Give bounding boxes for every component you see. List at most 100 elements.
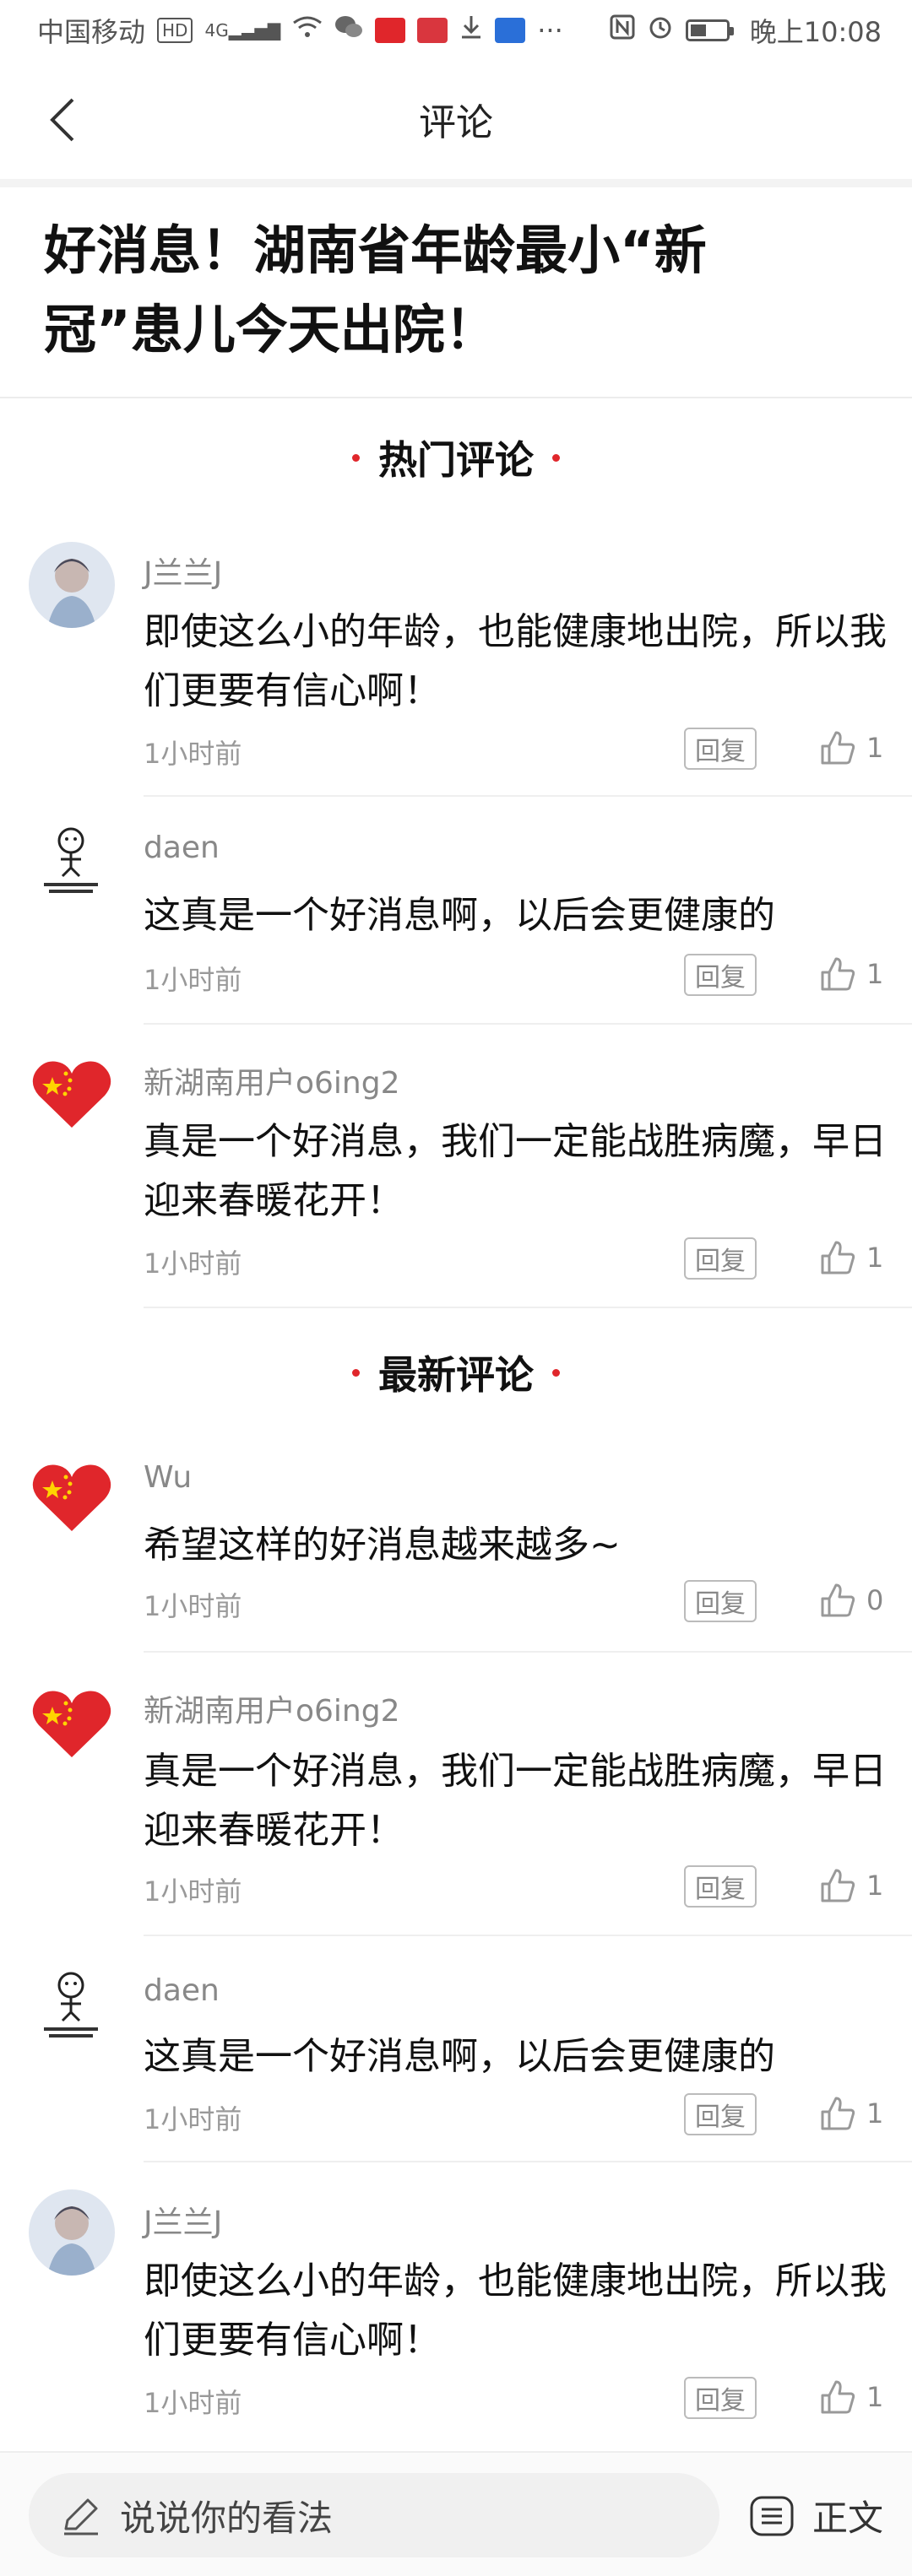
like-button[interactable]: 1 [817,1865,883,1906]
comment-username[interactable]: J兰兰J [144,549,222,593]
like-count: 1 [866,2381,884,2413]
like-button[interactable]: 0 [817,1580,883,1621]
comment-time: 1小时前 [144,1590,242,1622]
comment-username[interactable]: 新湖南用户o6ing2 [144,1058,400,1102]
reply-button[interactable]: 回复 [684,1865,757,1908]
signal-icon: 4G▂▃▅▇ [204,20,281,41]
photo-avatar[interactable] [29,2189,115,2276]
comment-text: 即使这么小的年龄，也能健康地出院，所以我们更要有信心啊！ [144,610,887,712]
comment-text: 即使这么小的年龄，也能健康地出院，所以我们更要有信心啊！ [144,2259,887,2362]
alarm-icon [647,14,674,47]
thumbs-up-icon [821,1869,855,1902]
row-divider [144,1935,912,1936]
like-count: 0 [866,1584,884,1616]
clock: 晚上10:08 [749,16,882,48]
thumbs-up-icon [821,731,855,765]
like-count: 1 [866,732,884,764]
flag-heart-avatar[interactable] [29,1680,115,1766]
pencil-icon [64,2498,98,2535]
article-body-label: 正文 [812,2498,884,2539]
comment-time: 1小时前 [144,964,242,996]
like-button[interactable]: 1 [817,2093,883,2134]
wechat-icon [334,14,363,46]
like-count: 1 [866,958,884,990]
row-divider [144,1651,912,1653]
comment-input[interactable]: 说说你的看法 [29,2473,719,2557]
flag-heart-avatar[interactable] [29,1453,115,1540]
comment-text: 真是一个好消息，我们一定能战胜病魔，早日迎来春暖花开！ [144,1750,887,1852]
like-button[interactable]: 1 [817,954,883,994]
like-count: 1 [866,1870,884,1902]
nfc-icon [610,14,635,46]
hot-comments-title: 热门评论 [378,437,534,483]
like-count: 1 [866,1242,884,1274]
chevron-left-icon [50,98,74,142]
carrier-name: 中国移动 [37,16,146,48]
comment-time: 1小时前 [144,2103,242,2135]
comment-username[interactable]: J兰兰J [144,2198,222,2242]
comment-text: 真是一个好消息，我们一定能战胜病魔，早日迎来春暖花开！ [144,1120,887,1222]
hot-comments-header: 热门评论 [0,424,912,491]
comment-text: 这真是一个好消息啊，以后会更健康的 [144,2035,775,2078]
comment-username[interactable]: daen [144,1973,220,2008]
like-button[interactable]: 1 [817,2377,883,2417]
status-bar: 中国移动 HD 4G▂▃▅▇ ··· 晚上10:08 [0,0,912,61]
row-divider [144,795,912,797]
like-button[interactable]: 1 [817,1237,883,1278]
title-divider [0,397,912,398]
comment-time: 1小时前 [144,1247,242,1280]
dot-left [352,453,360,462]
app-icon-toutiao [417,18,448,43]
sketch-avatar[interactable] [29,1960,115,2046]
status-right: 晚上10:08 [610,11,882,50]
app-icon-red [375,18,406,43]
comment-time: 1小时前 [144,738,242,770]
reply-button[interactable]: 回复 [684,2377,757,2419]
status-left: 中国移动 HD 4G▂▃▅▇ ··· [37,11,563,50]
reply-button[interactable]: 回复 [684,2093,757,2135]
comment-input-placeholder: 说说你的看法 [120,2497,334,2539]
like-count: 1 [866,2097,884,2130]
row-divider [144,2161,912,2162]
wifi-icon [292,14,323,46]
photo-avatar[interactable] [29,542,115,628]
flag-heart-avatar[interactable] [29,1050,115,1136]
comment-username[interactable]: 新湖南用户o6ing2 [144,1686,400,1730]
dot-right [552,1368,560,1377]
nav-divider [0,179,912,187]
dot-left [352,1368,360,1377]
comment-text: 希望这样的好消息越来越多~ [144,1523,621,1567]
more-icon: ··· [537,14,563,46]
latest-comments-title: 最新评论 [378,1352,534,1398]
document-icon [750,2496,794,2535]
comment-time: 1小时前 [144,2387,242,2419]
thumbs-up-icon [821,1583,855,1617]
download-icon [459,14,483,46]
thumbs-up-icon [821,957,855,991]
row-divider [144,1023,912,1025]
app-icon-blue [495,18,526,43]
dot-right [552,453,560,462]
sketch-avatar[interactable] [29,815,115,901]
latest-comments-header: 最新评论 [0,1339,912,1406]
thumbs-up-icon [821,2380,855,2414]
battery-icon [685,19,734,41]
reply-button[interactable]: 回复 [684,954,757,996]
comment-text: 这真是一个好消息啊，以后会更健康的 [144,894,775,937]
reply-button[interactable]: 回复 [684,1237,757,1280]
article-title[interactable]: 好消息！湖南省年龄最小“新冠”患儿今天出院！ [44,211,804,370]
article-body-button[interactable]: 正文 [746,2490,883,2541]
thumbs-up-icon [821,2097,855,2130]
like-button[interactable]: 1 [817,728,883,768]
bottom-bar: 说说你的看法 正文 [0,2451,912,2576]
comment-username[interactable]: Wu [144,1460,192,1495]
hd-badge: HD [157,18,193,43]
nav-bar: 评论 [0,61,912,177]
comment-time: 1小时前 [144,1875,242,1908]
comment-username[interactable]: daen [144,831,220,865]
back-button[interactable] [41,95,91,145]
thumbs-up-icon [821,1241,855,1274]
page-title: 评论 [419,101,493,144]
reply-button[interactable]: 回复 [684,728,757,770]
reply-button[interactable]: 回复 [684,1580,757,1622]
